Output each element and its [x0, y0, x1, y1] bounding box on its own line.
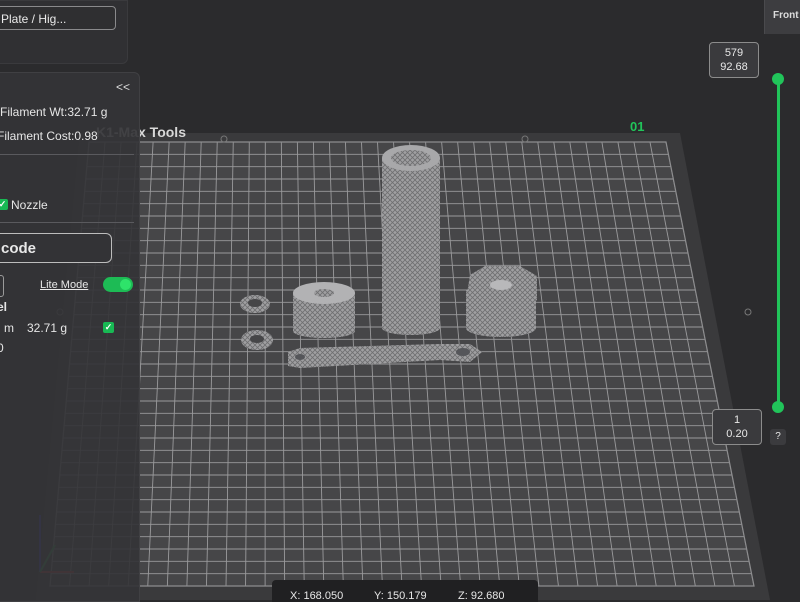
model-small-gear-bottom[interactable] — [241, 330, 273, 350]
table-header: el — [0, 300, 7, 314]
model-hex-nut-cap[interactable] — [466, 266, 537, 337]
top-layer-readout: 579 92.68 — [709, 42, 759, 78]
view-mode-select[interactable] — [0, 275, 4, 297]
layer-slider-track[interactable] — [777, 78, 780, 408]
divider — [0, 154, 134, 155]
row-checkbox[interactable]: ✓ — [103, 322, 114, 333]
lite-mode-toggle[interactable] — [103, 277, 133, 292]
bottom-layer-number: 1 — [713, 413, 761, 427]
model-tall-cylinder[interactable] — [382, 145, 440, 335]
coordinate-bar: X: 168.050 Y: 150.179 Z: 92.680 — [272, 580, 538, 602]
model-round-cap[interactable] — [293, 282, 355, 338]
top-layer-height: 92.68 — [710, 60, 758, 74]
plate-number: 01 — [630, 119, 644, 134]
front-view-button[interactable]: Front — [764, 0, 800, 34]
bottom-layer-readout: 1 0.20 — [712, 409, 762, 445]
sliced-info-panel — [0, 72, 140, 602]
row-weight: 32.71 g — [27, 321, 67, 335]
row-unit: m — [4, 321, 14, 335]
filament-cost: Filament Cost:0.98 — [0, 129, 98, 143]
model-small-gear-top[interactable] — [240, 295, 270, 313]
filament-weight: Filament Wt:32.71 g — [0, 105, 107, 119]
coord-y: Y: 150.179 — [374, 590, 427, 602]
coord-z: Z: 92.680 — [458, 590, 504, 602]
nozzle-label: Nozzle — [11, 198, 48, 212]
coord-x: X: 168.050 — [290, 590, 343, 602]
export-gcode-button[interactable]: code — [0, 233, 112, 263]
nozzle-checkbox[interactable]: ✓ — [0, 199, 8, 210]
layer-slider-top-handle[interactable] — [772, 73, 784, 85]
plate-selector[interactable]: Plate / Hig... — [0, 6, 116, 30]
top-layer-number: 579 — [710, 46, 758, 60]
bottom-layer-height: 0.20 — [713, 427, 761, 441]
help-button[interactable]: ? — [770, 429, 786, 445]
layer-slider-bottom-handle[interactable] — [772, 401, 784, 413]
lite-mode-label: Lite Mode — [40, 279, 88, 291]
row-value: 0 — [0, 341, 4, 355]
collapse-panel-button[interactable]: << — [116, 80, 130, 94]
divider — [0, 222, 134, 223]
